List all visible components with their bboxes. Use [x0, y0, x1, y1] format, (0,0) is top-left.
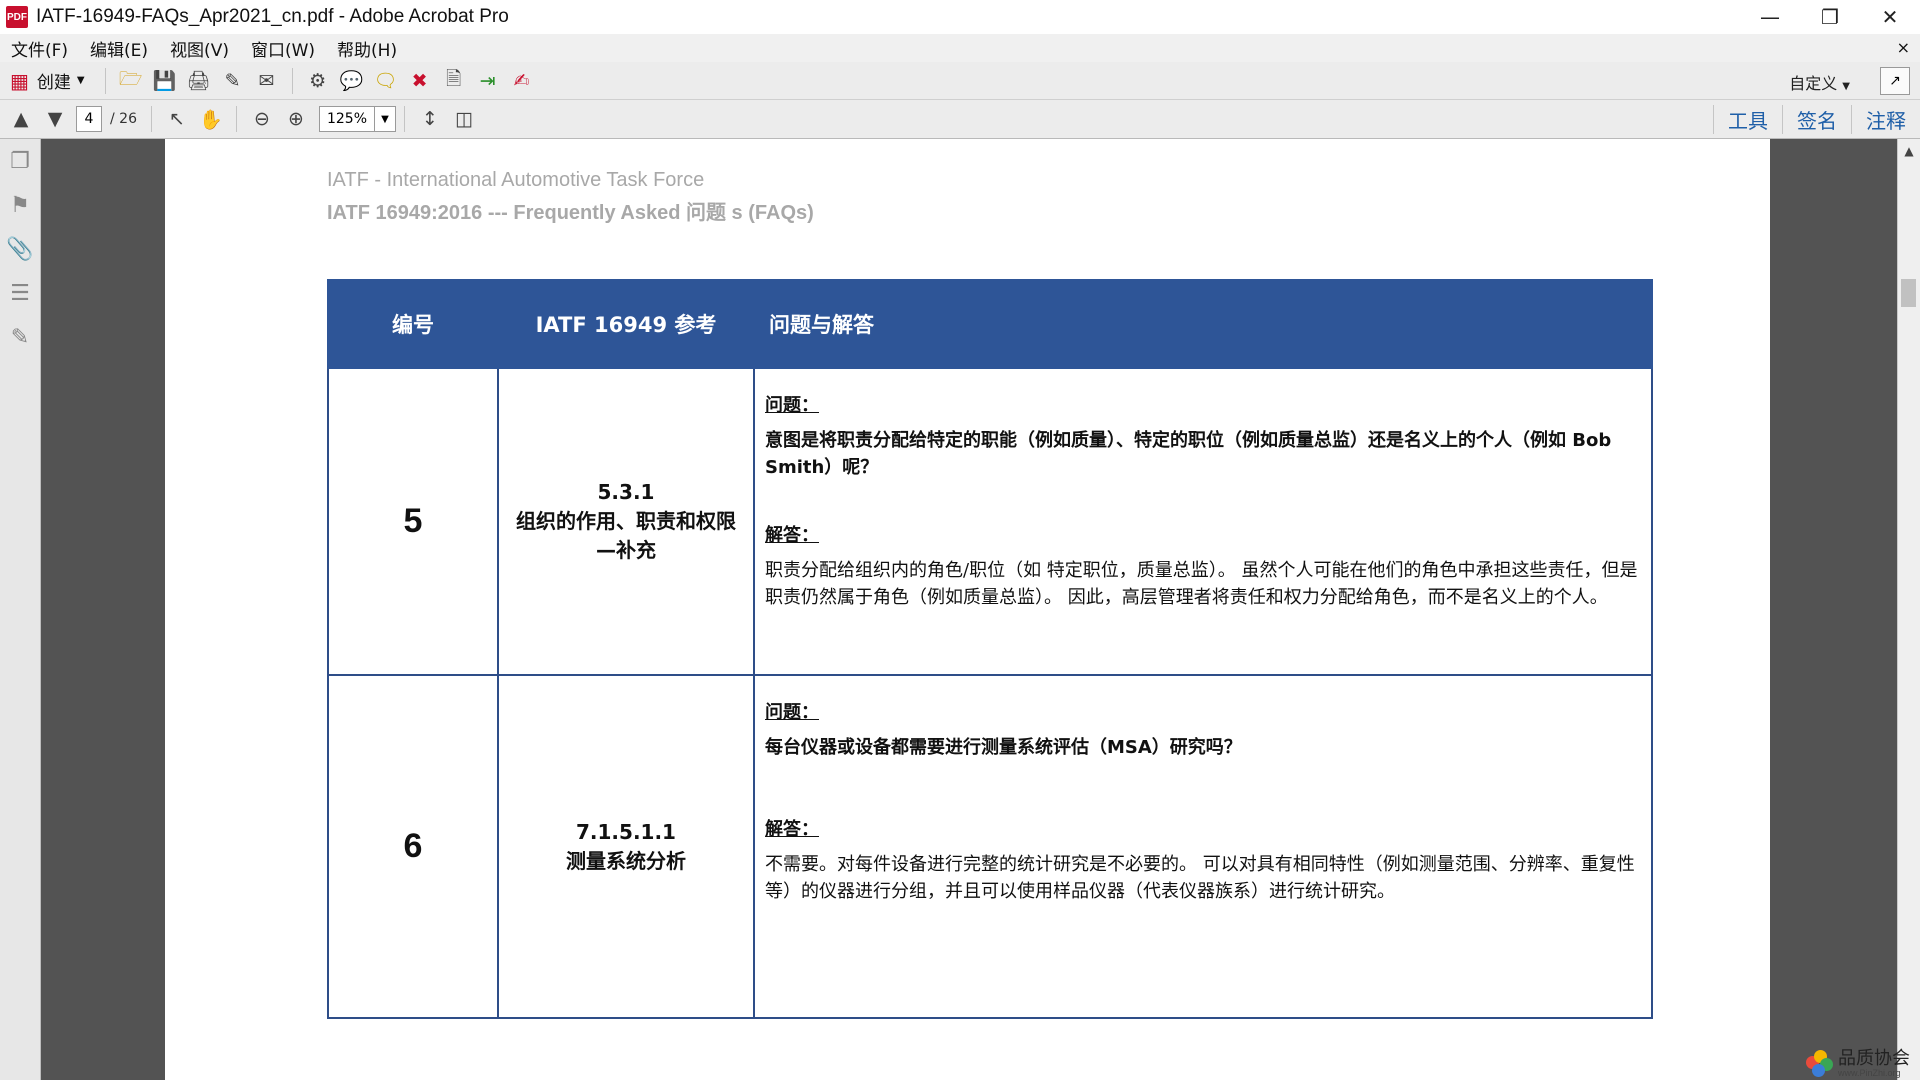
vertical-scrollbar[interactable]: ▲ — [1897, 139, 1920, 1080]
export-document-icon[interactable]: ⇥ — [473, 67, 503, 95]
restore-button[interactable]: ❐ — [1800, 0, 1860, 34]
bookmarks-icon[interactable]: ⚑ — [0, 183, 40, 227]
navigation-toolbar: ▲ ▼ 4 / 26 ↖ ✋ ⊖ ⊕ 125% ▼ ↕ ◫ 工具 签名 注释 — [0, 100, 1920, 139]
watermark-url: www.PinZhi.org — [1838, 1068, 1901, 1078]
toolbar-divider — [291, 67, 293, 94]
minimize-button[interactable]: — — [1740, 0, 1800, 34]
watermark-text: 品质协会 — [1838, 1048, 1910, 1069]
row-number: 5 — [327, 367, 499, 676]
customize-dropdown[interactable]: 自定义 ▼ — [1789, 70, 1850, 94]
row-qa: 问题： 每台仪器或设备都需要进行测量系统评估（MSA）研究吗？ 解答： 不需要。… — [753, 674, 1653, 1019]
select-cursor-icon[interactable]: ↖ — [162, 105, 192, 133]
highlight-comment-icon[interactable]: 🗨 — [371, 67, 401, 95]
menu-file[interactable]: 文件(F) — [0, 36, 79, 61]
main-toolbar: ▦ 创建 ▼ 🗁 💾 🖨 ✎ ✉ ⚙ 💬 🗨 ✖ 🗎 ⇥ ✍ 自定义 ▼ ↗ — [0, 62, 1920, 100]
question-label: 问题： — [765, 702, 819, 723]
open-folder-icon[interactable]: 🗁 — [116, 67, 146, 95]
reference-code: 7.1.5.1.1 — [576, 819, 676, 844]
chevron-down-icon: ▼ — [1842, 81, 1850, 92]
edit-document-icon[interactable]: ✎ — [218, 67, 248, 95]
reference-title: 测量系统分析 — [566, 848, 686, 873]
faq-table: 编号 IATF 16949 参考 问题与解答 5 5.3.1 组织的作用、职责和… — [327, 279, 1653, 1019]
customize-label: 自定义 — [1789, 74, 1838, 93]
flower-logo-icon — [1806, 1050, 1834, 1078]
email-icon[interactable]: ✉ — [252, 67, 282, 95]
header-qa: 问题与解答 — [753, 279, 1653, 369]
watermark-logo: 品质协会 www.PinZhi.org — [1806, 1050, 1910, 1078]
scrollbar-thumb[interactable] — [1901, 279, 1916, 307]
row-reference: 7.1.5.1.1 测量系统分析 — [497, 674, 755, 1019]
settings-gear-icon[interactable]: ⚙ — [303, 67, 333, 95]
fullscreen-expand-icon[interactable]: ↗ — [1880, 67, 1910, 95]
page-number-input[interactable]: 4 — [76, 106, 102, 132]
menu-edit[interactable]: 编辑(E) — [79, 36, 159, 61]
table-header-row: 编号 IATF 16949 参考 问题与解答 — [327, 279, 1653, 369]
tab-tools[interactable]: 工具 — [1713, 104, 1782, 134]
close-document-button[interactable]: × — [1897, 38, 1910, 57]
fit-page-icon[interactable]: ↕ — [415, 105, 445, 133]
hand-tool-icon[interactable]: ✋ — [196, 105, 226, 133]
document-viewport[interactable]: IATF - International Automotive Task For… — [41, 139, 1898, 1080]
row-number: 6 — [327, 674, 499, 1019]
comment-bubble-icon[interactable]: 💬 — [337, 67, 367, 95]
document-properties-icon[interactable]: 🗎 — [439, 67, 469, 95]
panel-tabs: 工具 签名 注释 — [1713, 100, 1920, 138]
attachments-paperclip-icon[interactable]: 📎 — [0, 227, 40, 271]
chevron-down-icon: ▼ — [76, 75, 85, 86]
table-row: 5 5.3.1 组织的作用、职责和权限—补充 问题： 意图是将职责分配给特定的职… — [327, 367, 1653, 676]
create-button[interactable]: ▦ 创建 ▼ — [10, 68, 85, 94]
tab-sign[interactable]: 签名 — [1782, 104, 1851, 134]
toolbar-divider — [235, 106, 237, 132]
print-icon[interactable]: 🖨 — [184, 67, 214, 95]
layers-icon[interactable]: ☰ — [0, 271, 40, 315]
row-reference: 5.3.1 组织的作用、职责和权限—补充 — [497, 367, 755, 676]
zoom-select[interactable]: 125% ▼ — [318, 106, 396, 132]
menu-help[interactable]: 帮助(H) — [326, 36, 408, 61]
page-header-org: IATF - International Automotive Task For… — [327, 169, 705, 191]
close-window-button[interactable]: ✕ — [1860, 0, 1920, 34]
delete-document-icon[interactable]: ✖ — [405, 67, 435, 95]
question-text: 每台仪器或设备都需要进行测量系统评估（MSA）研究吗？ — [765, 737, 1242, 758]
table-row: 6 7.1.5.1.1 测量系统分析 问题： 每台仪器或设备都需要进行测量系统评… — [327, 674, 1653, 1019]
zoom-out-icon[interactable]: ⊖ — [247, 105, 277, 133]
reference-title: 组织的作用、职责和权限—补充 — [516, 509, 736, 562]
left-navigation-pane: ❐ ⚑ 📎 ☰ ✎ — [0, 139, 41, 1080]
page-thumbnails-icon[interactable]: ❐ — [0, 139, 40, 183]
question-text: 意图是将职责分配给特定的职能（例如质量）、特定的职位（例如质量总监）还是名义上的… — [765, 430, 1612, 478]
chevron-down-icon[interactable]: ▼ — [373, 107, 395, 131]
zoom-in-icon[interactable]: ⊕ — [281, 105, 311, 133]
create-pdf-icon: ▦ — [10, 68, 29, 93]
answer-label: 解答： — [765, 819, 819, 840]
sign-document-icon[interactable]: ✍ — [507, 67, 537, 95]
page-header-title: IATF 16949:2016 --- Frequently Asked 问题 … — [327, 202, 814, 224]
pdf-page: IATF - International Automotive Task For… — [165, 139, 1770, 1080]
reference-code: 5.3.1 — [597, 480, 655, 504]
save-icon[interactable]: 💾 — [150, 67, 180, 95]
total-pages-label: / 26 — [110, 111, 137, 127]
header-number: 编号 — [327, 279, 499, 369]
toolbar-divider — [104, 67, 106, 94]
zoom-value: 125% — [326, 111, 367, 127]
toolbar-divider — [150, 106, 152, 132]
signatures-icon[interactable]: ✎ — [0, 315, 40, 359]
menu-bar: 文件(F) 编辑(E) 视图(V) 窗口(W) 帮助(H) × — [0, 34, 1920, 63]
title-bar: PDF IATF-16949-FAQs_Apr2021_cn.pdf - Ado… — [0, 0, 1920, 34]
question-label: 问题： — [765, 395, 819, 416]
tab-comment[interactable]: 注释 — [1851, 104, 1920, 134]
answer-text: 职责分配给组织内的角色/职位（如 特定职位，质量总监）。 虽然个人可能在他们的角… — [765, 560, 1638, 608]
answer-text: 不需要。对每件设备进行完整的统计研究是不必要的。 可以对具有相同特性（例如测量范… — [765, 854, 1635, 902]
next-page-icon[interactable]: ▼ — [40, 105, 70, 133]
window-title: IATF-16949-FAQs_Apr2021_cn.pdf - Adobe A… — [36, 6, 509, 27]
answer-label: 解答： — [765, 525, 819, 546]
scroll-up-icon[interactable]: ▲ — [1898, 139, 1920, 163]
header-reference: IATF 16949 参考 — [497, 279, 755, 369]
fit-width-icon[interactable]: ◫ — [449, 105, 479, 133]
menu-view[interactable]: 视图(V) — [159, 36, 240, 61]
toolbar-divider — [403, 106, 405, 132]
create-label: 创建 — [36, 73, 71, 93]
pdf-app-icon: PDF — [6, 6, 28, 28]
menu-window[interactable]: 窗口(W) — [240, 36, 326, 61]
previous-page-icon[interactable]: ▲ — [6, 105, 36, 133]
row-qa: 问题： 意图是将职责分配给特定的职能（例如质量）、特定的职位（例如质量总监）还是… — [753, 367, 1653, 676]
